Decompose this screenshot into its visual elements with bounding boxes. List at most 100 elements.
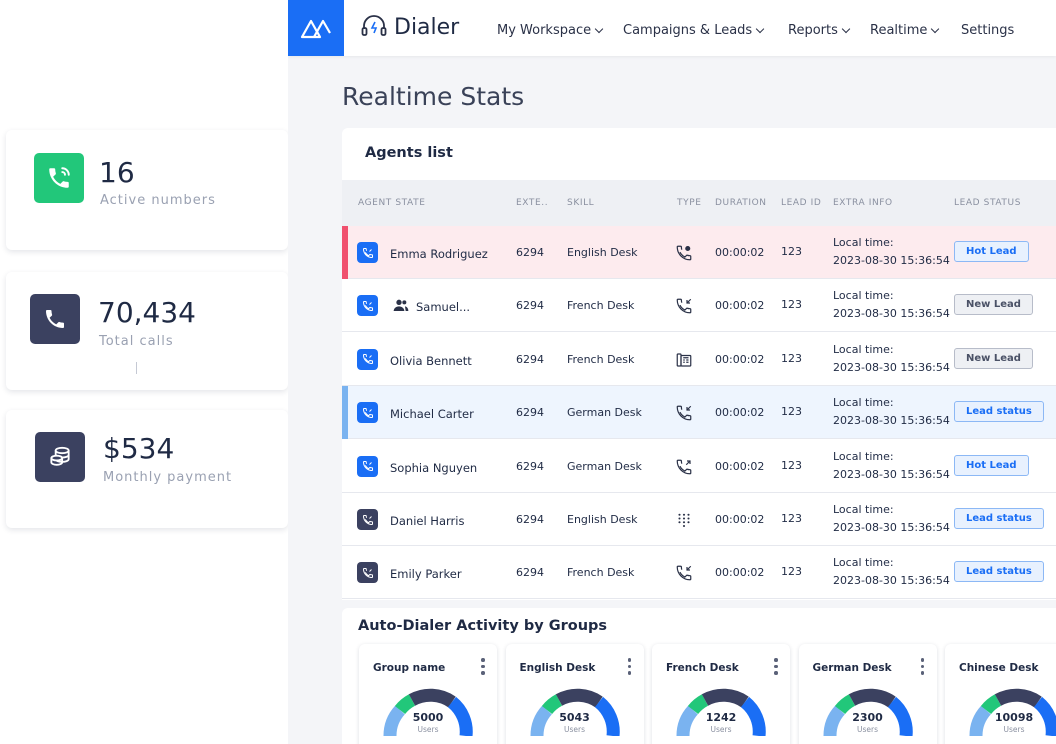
agent-name[interactable]: Daniel Harris [390,514,464,528]
phone-incoming-icon [675,297,693,315]
extra-info-label: Local time: [833,556,894,570]
group-unit: Users [1003,725,1025,734]
nav-label: Campaigns & Leads [623,23,753,38]
group-card[interactable]: Chinese Desk 10098 Users [945,644,1056,744]
column-header[interactable]: EXTRA INFO [833,198,893,208]
chevron-down-icon [841,24,851,33]
groups-panel: Auto-Dialer Activity by Groups Group nam… [342,608,1056,744]
agent-phone-icon [357,509,378,530]
phone-settings-icon [675,244,693,262]
lead-id: 123 [781,405,802,419]
column-header[interactable]: DURATION [715,198,767,208]
lead-status-badge[interactable]: Hot Lead [954,454,1029,476]
lead-status-badge[interactable]: Lead status [954,561,1044,583]
group-value: 5000 [412,711,444,724]
nav-reports[interactable]: Reports [788,23,851,38]
phone-outgoing-icon [675,458,693,476]
brand[interactable]: Dialer [360,13,459,41]
lead-status-badge[interactable]: Lead status [954,401,1044,423]
agent-name[interactable]: Samuel... [416,300,470,314]
group-card[interactable]: French Desk 1242 Users [652,644,790,744]
skill: French Desk [567,566,635,580]
group-value: 2300 [852,711,883,724]
lead-id: 123 [781,512,802,525]
lead-status-badge[interactable]: Lead status [954,508,1044,529]
chevron-down-icon [931,24,940,33]
agent-name[interactable]: Sophia Nguyen [390,461,477,475]
logo-icon[interactable] [288,0,344,56]
extension: 6294 [516,566,544,580]
stat-value: $534 [103,432,175,465]
agent-phone-icon [357,402,378,424]
group-value: 1242 [705,711,737,724]
panel-title: Agents list [365,145,453,161]
extra-info-time: 2023-08-30 15:36:54 [833,360,950,374]
chevron-down-icon [755,24,765,33]
column-header[interactable]: EXTE.. [516,198,548,208]
group-unit: Users [856,725,878,734]
nav-realtime[interactable]: Realtime [870,23,940,38]
agent-name[interactable]: Emma Rodriguez [390,247,488,261]
agent-name[interactable]: Emily Parker [390,567,462,581]
column-header[interactable]: LEAD STATUS [954,198,1021,208]
group-unit: Users [563,725,585,734]
duration: 00:00:02 [715,246,765,259]
extra-info-label: Local time: [833,236,894,249]
table-header: AGENT STATE EXTE.. SKILL TYPE DURATION L… [342,180,1056,226]
top-navbar: Dialer My Workspace Campaigns & Leads Re… [288,0,1056,56]
group-card[interactable]: German Desk 2300 Users [798,644,937,744]
kebab-menu-icon[interactable] [774,658,778,676]
column-header[interactable]: TYPE [677,198,702,208]
table-row[interactable]: Emma Rodriguez 6294 English Desk 00:00:02 12… [342,226,1056,279]
table-row[interactable]: Samuel... 6294 French Desk 00:00:02 123 Local… [342,279,1056,333]
lead-id: 123 [781,351,802,365]
phone-icon [30,294,80,344]
column-header[interactable]: LEAD ID [781,198,821,208]
group-value: 5043 [559,711,590,724]
extension: 6294 [516,459,544,473]
agent-phone-icon [357,295,378,317]
nav-label: Settings [961,23,1015,38]
fax-icon [675,351,693,369]
skill: English Desk [567,246,638,259]
duration: 00:00:02 [715,459,765,473]
group-name: Chinese Desk [959,662,1039,674]
phone-incoming-icon [675,564,693,582]
agents-list-panel: Agents list AGENT STATE EXTE.. SKILL TYP… [342,128,1056,600]
duration: 00:00:02 [715,513,765,526]
lead-id: 123 [781,565,802,579]
agent-name[interactable]: Olivia Bennett [390,354,472,368]
lead-status-badge[interactable]: Hot Lead [954,241,1029,262]
nav-label: My Workspace [497,23,592,38]
skill: French Desk [567,299,635,313]
table-row[interactable]: Daniel Harris 6294 English Desk 00:00:02 123… [342,493,1056,546]
table-row[interactable]: Michael Carter 6294 German Desk 00:00:02 123… [342,386,1056,440]
extra-info-time: 2023-08-30 15:36:54 [833,574,950,588]
lead-id: 123 [781,458,802,472]
group-unit: Users [710,725,732,734]
table-row[interactable]: Emily Parker 6294 French Desk 00:00:02 123 Lo… [342,546,1056,600]
dialpad-icon [675,511,693,529]
duration: 00:00:02 [715,566,765,580]
extension: 6294 [516,513,544,526]
nav-my-workspace[interactable]: My Workspace [497,23,604,38]
table-row[interactable]: Sophia Nguyen 6294 German Desk 00:00:02 123 L… [342,439,1056,493]
lead-status-badge[interactable]: New Lead [954,347,1033,369]
agent-name[interactable]: Michael Carter [390,407,474,421]
group-name: German Desk [812,662,892,674]
group-card[interactable]: English Desk 5043 Users [505,644,644,744]
duration: 00:00:02 [715,406,765,420]
group-card[interactable]: Group name 5000 Users [359,644,497,744]
kebab-menu-icon[interactable] [920,658,925,676]
column-header[interactable]: SKILL [567,198,594,208]
column-header[interactable]: AGENT STATE [358,198,426,208]
kebab-menu-icon[interactable] [627,658,632,676]
nav-campaigns-leads[interactable]: Campaigns & Leads [623,23,765,38]
extra-info-time: 2023-08-30 15:36:54 [833,307,950,321]
nav-label: Realtime [870,23,928,38]
table-row[interactable]: Olivia Bennett 6294 French Desk 00:00:02 123… [342,332,1056,386]
nav-settings[interactable]: Settings [961,23,1014,38]
kebab-menu-icon[interactable] [481,658,485,676]
phone-ringing-icon [34,153,84,203]
lead-status-badge[interactable]: New Lead [954,294,1033,316]
